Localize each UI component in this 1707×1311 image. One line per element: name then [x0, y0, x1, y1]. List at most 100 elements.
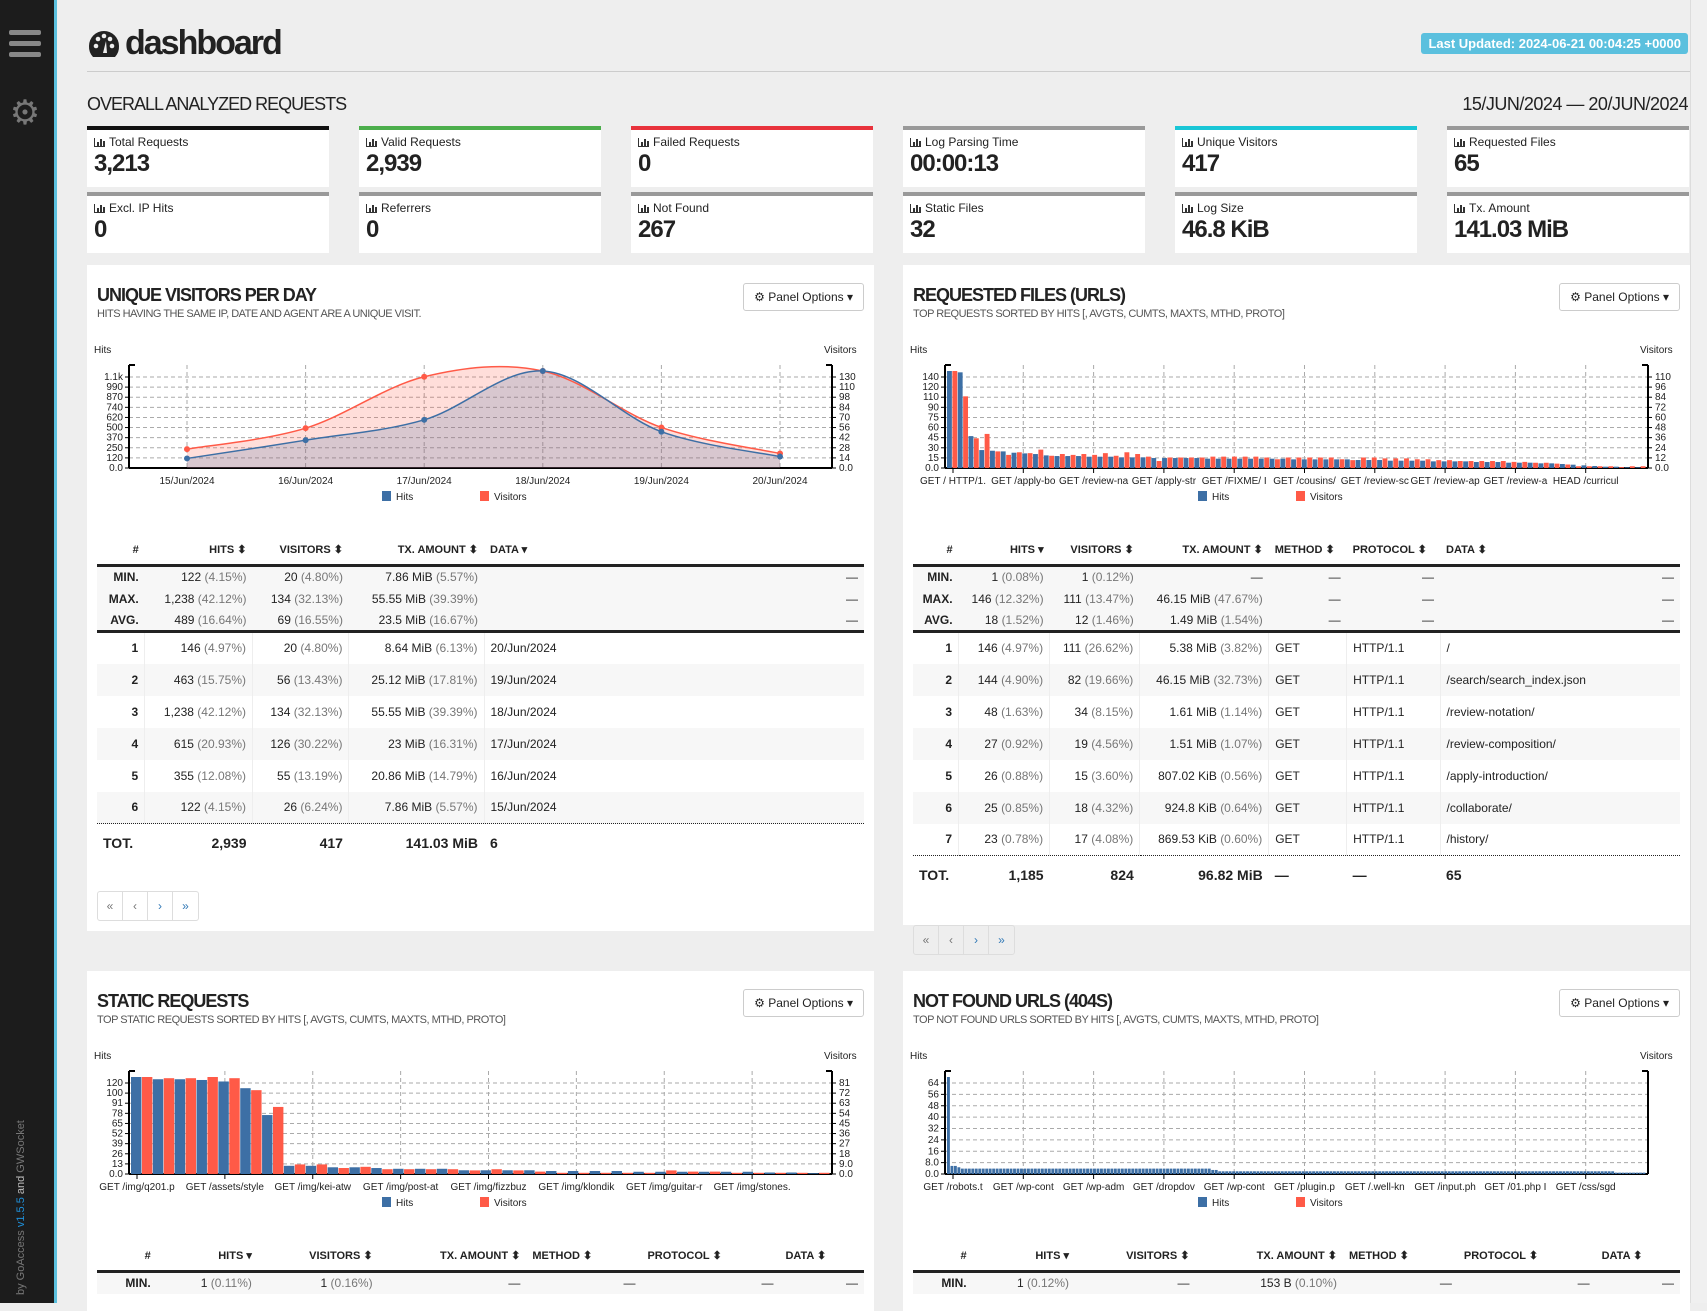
visitors-bar[interactable] [294, 1164, 306, 1174]
hits-bar[interactable] [971, 1168, 975, 1174]
hits-bar[interactable] [1374, 1171, 1378, 1174]
hits-bar[interactable] [1173, 1168, 1176, 1174]
hits-bar[interactable] [1548, 1171, 1552, 1174]
hits-bar[interactable] [1472, 1171, 1475, 1174]
hits-bar[interactable] [1298, 1171, 1302, 1174]
hits-bar[interactable] [1367, 1171, 1371, 1174]
visitors-bar[interactable] [1597, 466, 1603, 468]
hits-bar[interactable] [1119, 457, 1124, 468]
hits-bar[interactable] [1534, 1171, 1538, 1174]
hits-bar[interactable] [995, 1168, 999, 1174]
visitors-bar[interactable] [1253, 456, 1259, 468]
hits-bar[interactable] [1016, 1168, 1020, 1174]
hits-bar[interactable] [1329, 1171, 1333, 1174]
hits-bar[interactable] [480, 1170, 491, 1174]
column-header[interactable]: HITS ▾ [958, 535, 1050, 567]
hits-bar[interactable] [1437, 1171, 1441, 1174]
hits-bar[interactable] [1607, 1171, 1611, 1174]
hits-bar[interactable] [968, 436, 974, 468]
column-header[interactable]: PROTOCOL ⬍ [641, 1241, 780, 1273]
hits-bar[interactable] [1030, 1168, 1034, 1174]
hits-bar[interactable] [655, 1171, 666, 1174]
column-header[interactable]: METHOD ⬍ [526, 1241, 642, 1273]
hits-bar[interactable] [1214, 1169, 1218, 1174]
hits-bar[interactable] [1555, 1171, 1559, 1174]
hits-bar[interactable] [1559, 464, 1565, 468]
visitors-bar[interactable] [1328, 457, 1334, 468]
hits-bar[interactable] [1326, 1171, 1329, 1174]
table-row[interactable]: 6 122 (4.15%) 26 (6.24%) 7.86 MiB (5.57%) 15… [97, 791, 864, 824]
hits-bar[interactable] [1579, 1171, 1583, 1174]
hits-bar[interactable] [985, 1168, 989, 1174]
hits-bar[interactable] [1444, 1171, 1448, 1174]
hits-bar[interactable] [152, 1079, 164, 1174]
hits-bar[interactable] [1197, 1168, 1201, 1174]
next-page-button[interactable]: › [148, 892, 173, 920]
panel-options-button[interactable]: ⚙ Panel Options ▾ [1559, 283, 1680, 311]
visitors-bar[interactable] [1565, 464, 1571, 468]
hits-bar[interactable] [1322, 1171, 1326, 1174]
visitors-bar[interactable] [1092, 454, 1098, 468]
column-header[interactable]: DATA ⬍ [1595, 1241, 1680, 1273]
hits-bar[interactable] [1127, 1168, 1131, 1174]
hits-bar[interactable] [1000, 451, 1006, 468]
hits-bar[interactable] [1549, 463, 1555, 468]
hits-bar[interactable] [1100, 1168, 1103, 1174]
hits-bar[interactable] [1308, 1171, 1312, 1174]
hits-bar[interactable] [1597, 1171, 1601, 1174]
version-link[interactable]: v1.5.5 [15, 1197, 27, 1227]
hits-bar[interactable] [1489, 1171, 1493, 1174]
hits-bar[interactable] [1639, 1172, 1642, 1174]
hits-bar[interactable] [1013, 1168, 1016, 1174]
visitors-bar[interactable] [382, 1169, 393, 1174]
hits-bar[interactable] [1086, 1168, 1089, 1174]
column-header[interactable]: TX. AMOUNT ⬍ [1195, 1241, 1343, 1273]
visitors-bar[interactable] [797, 1172, 808, 1174]
hits-bar[interactable] [1344, 459, 1350, 468]
visitors-bar[interactable] [1436, 460, 1442, 468]
hits-bar[interactable] [1465, 1171, 1469, 1174]
hits-bar[interactable] [1141, 1168, 1145, 1174]
hits-bar[interactable] [1051, 1168, 1055, 1174]
visitors-bar[interactable] [491, 1169, 502, 1174]
hits-bar[interactable] [1600, 1171, 1604, 1174]
hits-bar[interactable] [1562, 1171, 1566, 1174]
hits-bar[interactable] [1246, 1171, 1249, 1174]
hits-bar[interactable] [1291, 459, 1296, 468]
hits-bar[interactable] [1148, 1168, 1152, 1174]
hits-bar[interactable] [1360, 1171, 1364, 1174]
gwsocket-link[interactable]: GWSocket [15, 1120, 27, 1173]
first-page-button[interactable]: « [914, 926, 939, 954]
column-header[interactable]: DATA ⬍ [779, 1241, 864, 1273]
column-header[interactable]: VISITORS ⬍ [1049, 535, 1140, 567]
column-header[interactable]: METHOD ⬍ [1268, 535, 1347, 567]
settings-gear-icon[interactable]: ⚙ [9, 96, 41, 130]
hits-bar[interactable] [1270, 1171, 1274, 1174]
hits-bar[interactable] [1452, 461, 1458, 468]
hits-bar[interactable] [1239, 1171, 1242, 1174]
hits-point[interactable] [777, 453, 783, 460]
hits-bar[interactable] [174, 1079, 186, 1174]
hits-bar[interactable] [1527, 1171, 1531, 1174]
hits-bar[interactable] [131, 1077, 142, 1174]
hits-bar[interactable] [1506, 1171, 1510, 1174]
hits-bar[interactable] [1398, 460, 1404, 468]
hits-bar[interactable] [1333, 1171, 1336, 1174]
hits-bar[interactable] [1371, 1171, 1375, 1174]
hits-bar[interactable] [327, 1167, 339, 1174]
column-header[interactable]: TX. AMOUNT ⬍ [1139, 535, 1269, 567]
visitors-bar[interactable] [1640, 466, 1646, 468]
hits-bar[interactable] [502, 1170, 513, 1174]
visitors-point[interactable] [302, 425, 309, 432]
visitors-bar[interactable] [513, 1170, 524, 1174]
visitors-bar[interactable] [984, 433, 990, 468]
hits-bar[interactable] [1200, 1168, 1204, 1174]
hits-bar[interactable] [764, 1172, 775, 1174]
hits-bar[interactable] [1423, 1171, 1427, 1174]
hits-bar[interactable] [1602, 466, 1608, 468]
hits-bar[interactable] [1263, 1171, 1267, 1174]
table-row[interactable]: 6 25 (0.85%) 18 (4.32%) 924.8 KiB (0.64%) GE… [913, 791, 1680, 824]
hits-bar[interactable] [1413, 1171, 1416, 1174]
hits-bar[interactable] [957, 372, 963, 468]
hits-bar[interactable] [1395, 1171, 1399, 1174]
